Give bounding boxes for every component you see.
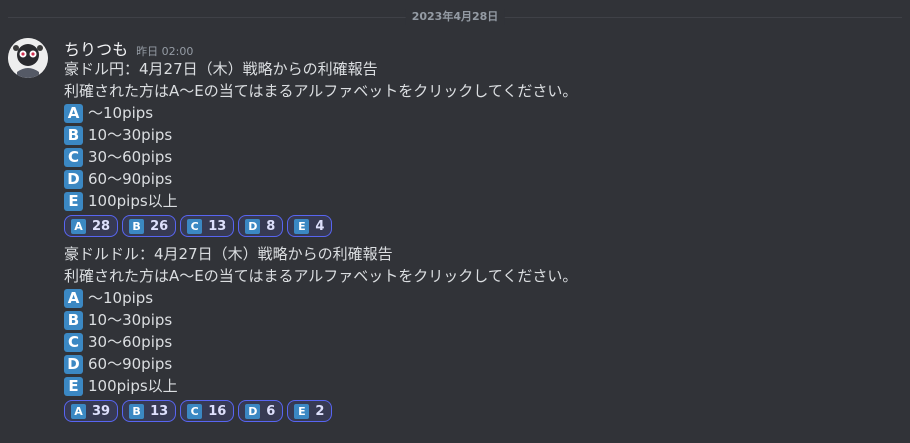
reaction-e-button[interactable]: E4 bbox=[287, 215, 333, 237]
option-text: 10～30pips bbox=[88, 126, 173, 144]
message-body: 豪ドル円：4月27日（木）戦略からの利確報告利確された方はA～Eの当てはまるアル… bbox=[64, 58, 904, 424]
regional-indicator-a-icon: A bbox=[71, 218, 86, 234]
message-header: ちりつも 昨日 02:00 bbox=[64, 36, 904, 60]
option-text: 60～90pips bbox=[88, 170, 173, 188]
reaction-count: 4 bbox=[315, 218, 325, 234]
option-line: A ～10pips bbox=[64, 287, 904, 309]
option-text: 100pips以上 bbox=[88, 192, 178, 210]
option-text: 100pips以上 bbox=[88, 377, 178, 395]
option-line: B 10～30pips bbox=[64, 124, 904, 146]
regional-indicator-d-icon[interactable]: D bbox=[64, 354, 83, 374]
regional-indicator-a-icon[interactable]: A bbox=[64, 103, 83, 123]
regional-indicator-a-icon: A bbox=[71, 403, 86, 419]
option-line: A ～10pips bbox=[64, 102, 904, 124]
reaction-count: 13 bbox=[150, 403, 169, 419]
option-line: C 30～60pips bbox=[64, 146, 904, 168]
regional-indicator-b-icon[interactable]: B bbox=[64, 125, 83, 145]
reaction-count: 2 bbox=[315, 403, 325, 419]
reactions-bar: A 39 B 13 C 16 D 6 E 2 bbox=[64, 400, 904, 424]
option-text: ～10pips bbox=[88, 104, 154, 122]
reaction-count: 6 bbox=[266, 403, 276, 419]
regional-indicator-a-icon[interactable]: A bbox=[64, 288, 83, 308]
username[interactable]: ちりつも bbox=[64, 36, 128, 60]
avatar-image bbox=[8, 38, 48, 78]
reaction-count: 13 bbox=[208, 218, 227, 234]
timestamp[interactable]: 昨日 02:00 bbox=[136, 43, 193, 59]
post-block: 豪ドル円：4月27日（木）戦略からの利確報告利確された方はA～Eの当てはまるアル… bbox=[64, 58, 904, 239]
avatar[interactable] bbox=[8, 38, 48, 78]
regional-indicator-e-icon: E bbox=[294, 218, 310, 234]
post-instruction: 利確された方はA～Eの当てはまるアルファベットをクリックしてください。 bbox=[64, 267, 578, 285]
reaction-count: 16 bbox=[208, 403, 227, 419]
option-line: D 60～90pips bbox=[64, 168, 904, 190]
reaction-count: 28 bbox=[92, 218, 111, 234]
option-text: 30～60pips bbox=[88, 148, 173, 166]
option-line: C 30～60pips bbox=[64, 331, 904, 353]
post-instruction: 利確された方はA～Eの当てはまるアルファベットをクリックしてください。 bbox=[64, 82, 578, 100]
option-line: D 60～90pips bbox=[64, 353, 904, 375]
regional-indicator-e-icon: E bbox=[294, 403, 310, 419]
post-title: 豪ドル円：4月27日（木）戦略からの利確報告 bbox=[64, 60, 378, 78]
reaction-b-button[interactable]: B 13 bbox=[122, 400, 177, 422]
regional-indicator-e-icon[interactable]: E bbox=[64, 376, 83, 396]
reaction-c-button[interactable]: C 13 bbox=[180, 215, 235, 237]
reaction-e-button[interactable]: E2 bbox=[287, 400, 333, 422]
regional-indicator-b-icon[interactable]: B bbox=[64, 310, 83, 330]
regional-indicator-e-icon[interactable]: E bbox=[64, 191, 83, 211]
reaction-a-button[interactable]: A 39 bbox=[64, 400, 119, 422]
regional-indicator-d-icon[interactable]: D bbox=[64, 169, 83, 189]
regional-indicator-d-icon: D bbox=[245, 218, 261, 234]
regional-indicator-d-icon: D bbox=[245, 403, 261, 419]
option-line: B 10～30pips bbox=[64, 309, 904, 331]
option-text: 60～90pips bbox=[88, 355, 173, 373]
reaction-d-button[interactable]: D8 bbox=[238, 215, 284, 237]
post-block: 豪ドルドル：4月27日（木）戦略からの利確報告利確された方はA～Eの当てはまるア… bbox=[64, 243, 904, 424]
post-title: 豪ドルドル：4月27日（木）戦略からの利確報告 bbox=[64, 245, 393, 263]
regional-indicator-c-icon[interactable]: C bbox=[64, 332, 83, 352]
regional-indicator-c-icon: C bbox=[187, 218, 203, 234]
reaction-count: 39 bbox=[92, 403, 111, 419]
reactions-bar: A 28 B 26 C 13 D 8 E 4 bbox=[64, 215, 904, 239]
option-text: 10～30pips bbox=[88, 311, 173, 329]
reaction-a-button[interactable]: A 28 bbox=[64, 215, 119, 237]
reaction-b-button[interactable]: B 26 bbox=[122, 215, 177, 237]
regional-indicator-c-icon[interactable]: C bbox=[64, 147, 83, 167]
regional-indicator-b-icon: B bbox=[129, 403, 145, 419]
regional-indicator-c-icon: C bbox=[187, 403, 203, 419]
reaction-d-button[interactable]: D6 bbox=[238, 400, 284, 422]
message-content: ちりつも 昨日 02:00 豪ドル円：4月27日（木）戦略からの利確報告利確され… bbox=[64, 36, 904, 428]
reaction-count: 8 bbox=[266, 218, 276, 234]
option-text: ～10pips bbox=[88, 289, 154, 307]
option-line: E 100pips以上 bbox=[64, 190, 904, 212]
date-divider-label: 2023年4月28日 bbox=[405, 9, 505, 25]
option-text: 30～60pips bbox=[88, 333, 173, 351]
regional-indicator-b-icon: B bbox=[129, 218, 145, 234]
reaction-count: 26 bbox=[150, 218, 169, 234]
option-line: E 100pips以上 bbox=[64, 375, 904, 397]
reaction-c-button[interactable]: C 16 bbox=[180, 400, 235, 422]
